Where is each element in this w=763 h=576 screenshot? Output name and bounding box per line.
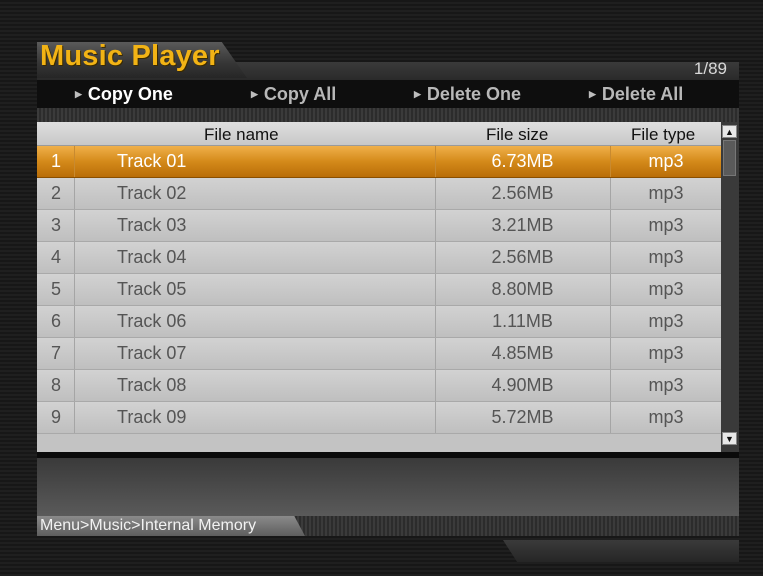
table-row[interactable]: 6 Track 06 1.11MB mp3: [37, 306, 721, 338]
column-divider: [74, 338, 75, 369]
file-name: Track 07: [117, 343, 187, 363]
delete-one-label: Delete One: [426, 84, 521, 104]
chevron-up-icon: ▲: [725, 126, 734, 137]
row-number: 6: [50, 311, 61, 331]
copy-all-button[interactable]: ▶ Copy All: [251, 84, 336, 105]
column-header-row: [37, 122, 721, 146]
row-number: 2: [50, 183, 61, 203]
file-type: mp3: [648, 151, 684, 171]
breadcrumb: Menu>Music>Internal Memory: [40, 517, 257, 534]
scroll-down-button[interactable]: ▼: [722, 432, 737, 445]
file-name: Track 09: [117, 407, 187, 427]
file-size: 5.72MB: [491, 407, 554, 427]
column-header-file-name[interactable]: File name: [204, 125, 279, 145]
row-number: 9: [50, 407, 61, 427]
file-type: mp3: [648, 183, 684, 203]
file-type: mp3: [648, 311, 684, 331]
scroll-thumb[interactable]: [723, 140, 736, 176]
table-row[interactable]: 2 Track 02 2.56MB mp3: [37, 178, 721, 210]
footer-tab: [503, 540, 739, 562]
delete-one-button[interactable]: ▶ Delete One: [414, 84, 521, 105]
row-number: 1: [50, 151, 61, 171]
column-header-file-type[interactable]: File type: [631, 125, 695, 145]
triangle-right-icon: ▶: [251, 89, 258, 99]
file-size: 1.11MB: [492, 311, 553, 331]
table-row[interactable]: 7 Track 07 4.85MB mp3: [37, 338, 721, 370]
copy-one-button[interactable]: ▶ Copy One: [75, 84, 173, 105]
column-divider: [74, 210, 75, 241]
copy-one-label: Copy One: [87, 84, 173, 104]
file-size: 8.80MB: [491, 279, 554, 299]
file-type: mp3: [648, 215, 684, 235]
scroll-up-button[interactable]: ▲: [722, 125, 737, 138]
file-size: 2.56MB: [491, 183, 554, 203]
file-size: 4.90MB: [491, 375, 554, 395]
page-counter: 1/89: [693, 59, 727, 78]
file-name: Track 04: [117, 247, 187, 267]
column-divider: [74, 178, 75, 209]
file-type: mp3: [648, 279, 684, 299]
row-number: 5: [50, 279, 61, 299]
table-row[interactable]: 5 Track 05 8.80MB mp3: [37, 274, 721, 306]
table-row[interactable]: 8 Track 08 4.90MB mp3: [37, 370, 721, 402]
table-row[interactable]: 4 Track 04 2.56MB mp3: [37, 242, 721, 274]
column-divider: [74, 274, 75, 305]
file-type: mp3: [648, 343, 684, 363]
column-divider: [74, 146, 75, 177]
row-number: 4: [50, 247, 61, 267]
table-row[interactable]: 3 Track 03 3.21MB mp3: [37, 210, 721, 242]
row-number: 8: [50, 375, 61, 395]
file-name: Track 06: [117, 311, 187, 331]
file-type: mp3: [648, 375, 684, 395]
chevron-down-icon: ▼: [725, 433, 734, 444]
column-divider: [74, 306, 75, 337]
triangle-right-icon: ▶: [75, 89, 82, 99]
file-size: 2.56MB: [491, 247, 554, 267]
column-header-file-size[interactable]: File size: [486, 125, 548, 145]
row-number: 7: [50, 343, 61, 363]
copy-all-label: Copy All: [263, 84, 337, 104]
file-size: 4.85MB: [491, 343, 554, 363]
file-name: Track 01: [117, 151, 187, 171]
file-name: Track 02: [117, 183, 187, 203]
table-row[interactable]: 9 Track 09 5.72MB mp3: [37, 402, 721, 434]
row-number: 3: [50, 215, 61, 235]
file-size: 6.73MB: [491, 151, 554, 171]
triangle-right-icon: ▶: [589, 89, 596, 99]
delete-all-label: Delete All: [601, 84, 684, 104]
info-panel: [37, 458, 739, 516]
file-type: mp3: [648, 247, 684, 267]
delete-all-button[interactable]: ▶ Delete All: [589, 84, 683, 105]
divider-stripe: [37, 108, 739, 122]
column-divider: [74, 370, 75, 401]
file-name: Track 05: [117, 279, 187, 299]
file-name: Track 08: [117, 375, 187, 395]
table-row[interactable]: 1 Track 01 6.73MB mp3: [37, 146, 721, 178]
triangle-right-icon: ▶: [414, 89, 421, 99]
app-title: Music Player: [40, 40, 220, 72]
file-type: mp3: [648, 407, 684, 427]
file-size: 3.21MB: [491, 215, 554, 235]
column-divider: [74, 402, 75, 433]
file-name: Track 03: [117, 215, 187, 235]
column-divider: [74, 242, 75, 273]
